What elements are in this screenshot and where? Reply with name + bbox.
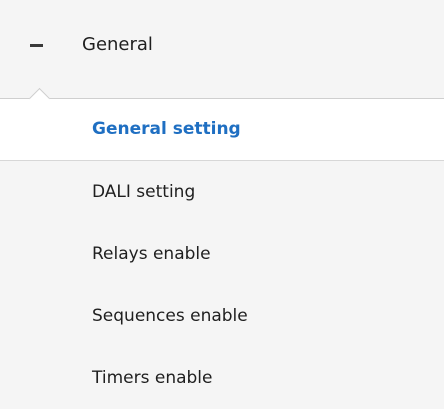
- nav-item-label: Sequences enable: [92, 306, 248, 326]
- nav-item-label: General setting: [92, 119, 241, 139]
- group-general-header[interactable]: General: [0, 0, 444, 96]
- nav-item-relays-enable[interactable]: Relays enable: [0, 223, 444, 285]
- minus-icon[interactable]: [30, 44, 43, 47]
- nav-item-label: DALI setting: [92, 182, 196, 202]
- nav-item-dali-setting[interactable]: DALI setting: [0, 161, 444, 223]
- group-label: General: [82, 34, 153, 55]
- settings-list: General setting DALI setting Relays enab…: [0, 87, 444, 409]
- notch-cover: [26, 100, 52, 110]
- settings-tree: General General setting DALI setting Rel…: [0, 0, 444, 403]
- nav-item-sequences-enable[interactable]: Sequences enable: [0, 285, 444, 347]
- nav-item-label: Relays enable: [92, 244, 211, 264]
- nav-item-timers-enable[interactable]: Timers enable: [0, 347, 444, 409]
- nav-item-general-setting[interactable]: General setting: [0, 87, 444, 161]
- nav-item-label: Timers enable: [92, 368, 213, 388]
